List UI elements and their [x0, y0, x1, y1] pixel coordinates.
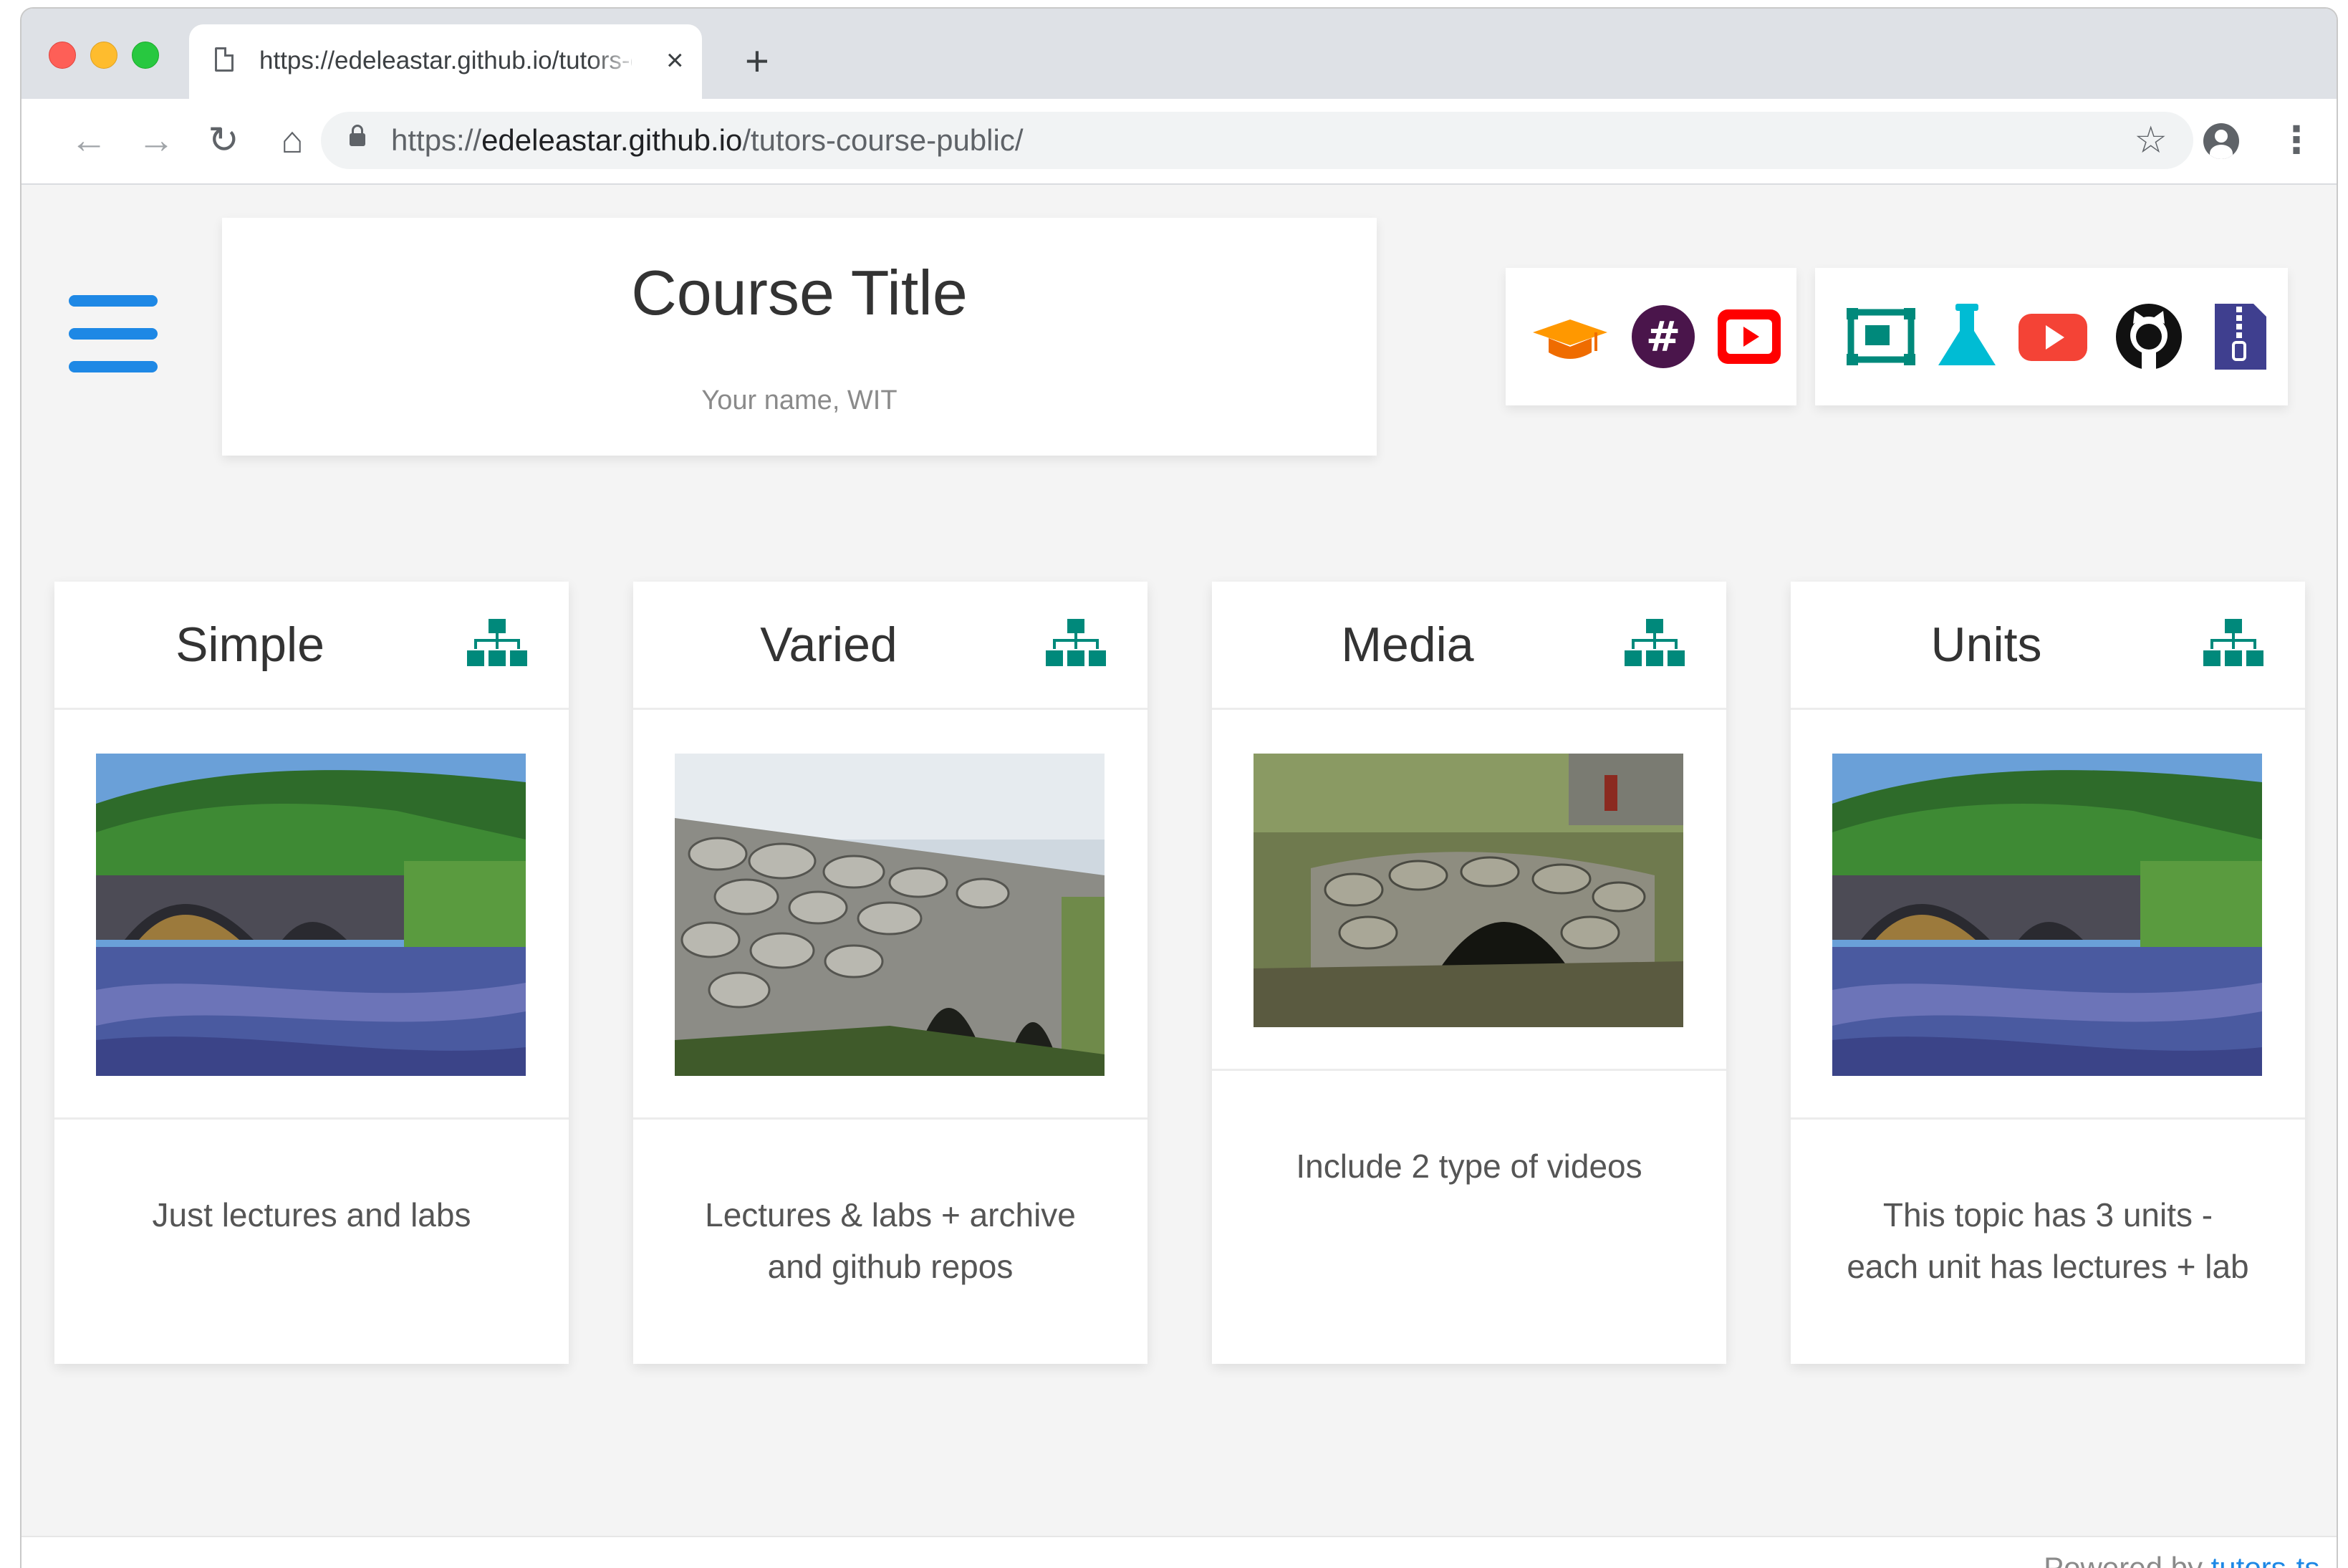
tutors-ts-link[interactable]: tutors-ts.	[2211, 1551, 2328, 1568]
address-bar[interactable]: https://edeleastar.github.io/tutors-cour…	[321, 112, 2193, 169]
svg-text:#: #	[1646, 312, 1681, 361]
menu-hamburger-icon[interactable]	[69, 295, 158, 374]
zoom-window-button[interactable]	[132, 42, 159, 69]
close-window-button[interactable]	[49, 42, 76, 69]
topic-title: Varied	[760, 617, 898, 672]
topic-image-old-stone-arch[interactable]	[1254, 754, 1683, 1027]
topic-description-line: Include 2 type of videos	[1296, 1148, 1642, 1185]
back-arrow-icon[interactable]: ←	[66, 117, 112, 163]
topic-description: Include 2 type of videos	[1233, 1140, 1705, 1192]
github-icon[interactable]	[2112, 299, 2186, 374]
sitemap-icon[interactable]	[467, 619, 527, 669]
url-path: /tutors-course-public/	[742, 123, 1024, 157]
topic-card-simple[interactable]: Simple Just lectures and labs	[54, 582, 569, 1364]
slides-icon[interactable]	[1844, 299, 1918, 374]
card-divider	[1212, 1069, 1726, 1071]
browser-toolbar: ← → ↻ ⌂ https://edeleastar.github.io/tut…	[21, 99, 2337, 185]
card-divider	[1791, 1117, 2305, 1120]
youtube-icon[interactable]	[2016, 299, 2090, 374]
minimize-window-button[interactable]	[90, 42, 117, 69]
zip-archive-icon[interactable]	[2202, 299, 2276, 374]
url-text[interactable]: https://edeleastar.github.io/tutors-cour…	[391, 122, 1024, 159]
topic-header: Units	[1791, 582, 2305, 710]
topic-description-line: each unit has lectures + lab	[1847, 1248, 2249, 1285]
card-divider	[54, 1117, 569, 1120]
browser-tab[interactable]: https://edeleastar.github.io/tutors-cour…	[189, 24, 702, 99]
topic-title: Simple	[175, 617, 324, 672]
slack-icon[interactable]: #	[1626, 299, 1700, 374]
topic-title: Media	[1341, 617, 1474, 672]
topic-description: Lectures & labs + archive and github rep…	[655, 1189, 1126, 1292]
topic-image-stone-bridge-river[interactable]	[96, 754, 526, 1076]
topic-description-line: and github repos	[767, 1248, 1014, 1285]
topic-header: Varied	[633, 582, 1147, 710]
tab-title-fade	[590, 43, 640, 79]
browser-window: https://edeleastar.github.io/tutors-cour…	[20, 7, 2338, 1568]
topic-description-line: Lectures & labs + archive	[705, 1196, 1076, 1233]
resource-links-card	[1815, 268, 2288, 405]
topic-card-varied[interactable]: Varied Lectures & labs + archive and git…	[633, 582, 1147, 1364]
tab-bar: https://edeleastar.github.io/tutors-cour…	[21, 9, 2337, 99]
sitemap-icon[interactable]	[1046, 619, 1106, 669]
url-host: edeleastar.github.io	[481, 123, 743, 157]
topic-header: Simple	[54, 582, 569, 710]
youtube-icon[interactable]	[1712, 299, 1786, 374]
new-tab-button[interactable]: +	[745, 40, 769, 83]
bookmark-star-icon[interactable]: ☆	[2134, 117, 2167, 163]
course-title-card: Course Title Your name, WIT	[222, 218, 1377, 456]
browser-menu-icon[interactable]: ⋮	[2278, 117, 2315, 163]
document-icon	[215, 47, 234, 72]
lock-icon[interactable]	[350, 125, 365, 146]
sitemap-icon[interactable]	[1625, 619, 1685, 669]
home-icon[interactable]: ⌂	[269, 117, 315, 163]
reload-icon[interactable]: ↻	[201, 117, 246, 163]
powered-by-label: Powered by	[2044, 1551, 2203, 1568]
topic-header: Media	[1212, 582, 1726, 710]
moodle-graduation-cap-icon[interactable]	[1533, 299, 1607, 374]
topic-description-line: Just lectures and labs	[152, 1196, 471, 1233]
url-scheme: https://	[391, 123, 482, 157]
powered-by-text: Powered by tutors-ts.	[2044, 1550, 2328, 1568]
close-tab-icon[interactable]: ×	[666, 40, 684, 80]
lab-flask-icon[interactable]	[1930, 299, 2004, 374]
sitemap-icon[interactable]	[2203, 619, 2263, 669]
course-title: Course Title	[631, 257, 968, 328]
tab-title: https://edeleastar.github.io/tutors-cour…	[259, 47, 632, 74]
forward-arrow-icon[interactable]: →	[133, 117, 179, 163]
topic-card-units[interactable]: Units This topic has 3 units - each unit…	[1791, 582, 2305, 1364]
course-links-card: #	[1506, 268, 1796, 405]
topic-description-line: This topic has 3 units -	[1882, 1196, 2213, 1233]
account-icon[interactable]	[2203, 123, 2239, 159]
page-footer: Powered by tutors-ts.	[21, 1536, 2337, 1568]
page-content: Course Title Your name, WIT # Simple Jus…	[21, 185, 2337, 1568]
topic-image-stone-bridge-river[interactable]	[1832, 754, 2262, 1076]
topic-description: This topic has 3 units - each unit has l…	[1812, 1189, 2284, 1292]
topic-title: Units	[1930, 617, 2042, 672]
card-divider	[633, 1117, 1147, 1120]
course-subtitle: Your name, WIT	[701, 385, 898, 415]
topic-card-media[interactable]: Media Include 2 type of videos	[1212, 582, 1726, 1364]
topic-image-stone-wall-bridge[interactable]	[675, 754, 1105, 1076]
topic-description: Just lectures and labs	[76, 1189, 547, 1241]
